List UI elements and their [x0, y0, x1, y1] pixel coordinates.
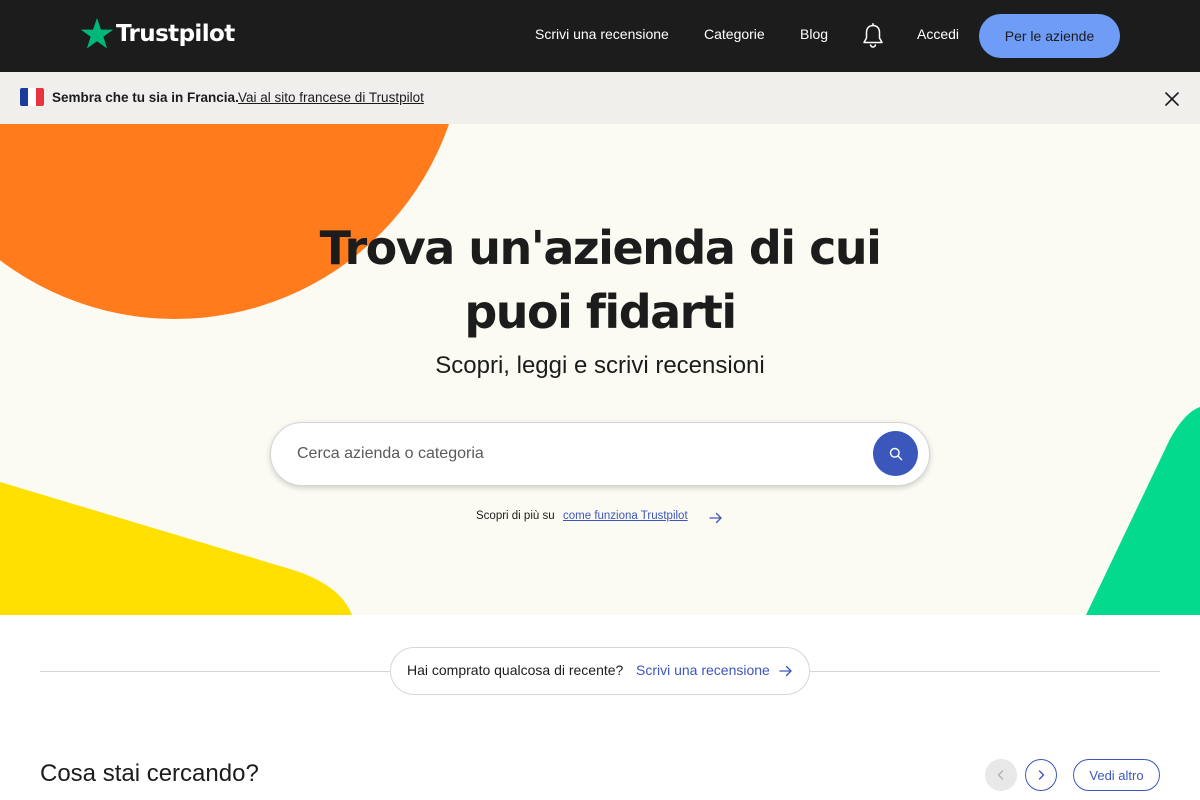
hero-title-line-1: Trova un'azienda di cui — [319, 221, 882, 275]
hero-title: Trova un'azienda di cui puoi fidarti — [0, 216, 1200, 344]
chevron-left-icon — [997, 770, 1004, 780]
hero-title-line-2: puoi fidarti — [464, 285, 737, 339]
search-input[interactable] — [295, 435, 855, 473]
learn-more-prefix: Scopri di più su — [476, 510, 555, 522]
section-title: Cosa stai cercando? — [40, 760, 259, 787]
green-shape — [1086, 407, 1200, 615]
nav-write-review[interactable]: Scrivi una recensione — [535, 26, 669, 42]
for-business-button[interactable]: Per le aziende — [979, 14, 1120, 58]
search-button[interactable] — [873, 431, 918, 476]
write-review-link[interactable]: Scrivi una recensione — [636, 662, 770, 678]
bell-icon[interactable] — [861, 23, 885, 49]
hero-subtitle: Scopri, leggi e scrivi recensioni — [435, 352, 765, 379]
review-prompt-text: Hai comprato qualcosa di recente? — [407, 662, 624, 678]
close-icon[interactable] — [1163, 90, 1181, 108]
nav-categories[interactable]: Categorie — [704, 26, 765, 42]
search-bar — [270, 422, 930, 486]
banner-french-site-link[interactable]: Vai al sito francese di Trustpilot — [238, 90, 424, 105]
how-trustpilot-works-link[interactable]: come funziona Trustpilot — [563, 510, 688, 522]
search-icon — [889, 447, 902, 460]
carousel-next-button[interactable] — [1025, 759, 1057, 791]
yellow-shape — [0, 482, 352, 615]
chevron-right-icon — [1038, 770, 1045, 780]
arrow-right-icon[interactable] — [778, 664, 794, 678]
france-flag-icon — [20, 88, 44, 106]
nav-login[interactable]: Accedi — [917, 26, 959, 42]
arrow-right-icon[interactable] — [708, 511, 724, 525]
see-more-button[interactable]: Vedi altro — [1073, 759, 1160, 791]
nav-blog[interactable]: Blog — [800, 26, 828, 42]
carousel-prev-button[interactable] — [985, 759, 1017, 791]
banner-message: Sembra che tu sia in Francia. — [52, 90, 239, 105]
main-nav: Scrivi una recensione Categorie Blog Acc… — [0, 0, 1200, 72]
top-header: Trustpilot Scrivi una recensione Categor… — [0, 0, 1200, 72]
